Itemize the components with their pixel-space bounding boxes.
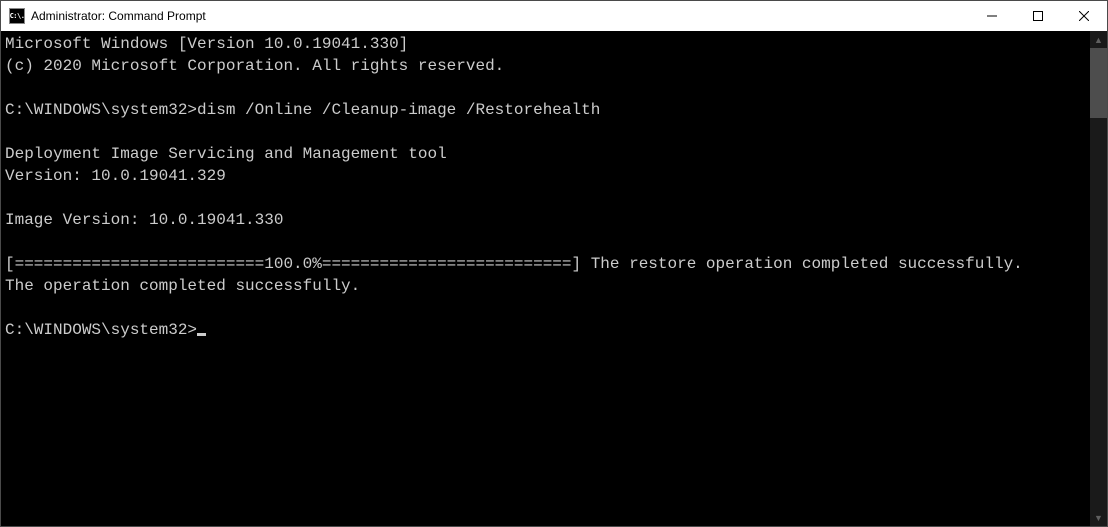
console-line: The operation completed successfully. xyxy=(5,277,360,295)
cursor-icon xyxy=(197,333,206,336)
scroll-thumb[interactable] xyxy=(1090,48,1107,118)
titlebar[interactable]: C:\. Administrator: Command Prompt xyxy=(1,1,1107,31)
console-area: Microsoft Windows [Version 10.0.19041.33… xyxy=(1,31,1107,526)
console-prompt: C:\WINDOWS\system32> xyxy=(5,101,197,119)
maximize-icon xyxy=(1033,11,1043,21)
vertical-scrollbar[interactable]: ▲ ▼ xyxy=(1090,31,1107,526)
close-button[interactable] xyxy=(1061,1,1107,31)
window-controls xyxy=(969,1,1107,31)
console-progress: [==========================100.0%=======… xyxy=(5,255,1023,273)
cmd-icon: C:\. xyxy=(9,8,25,24)
console-output[interactable]: Microsoft Windows [Version 10.0.19041.33… xyxy=(1,31,1090,526)
console-line: Deployment Image Servicing and Managemen… xyxy=(5,145,447,163)
console-line: Microsoft Windows [Version 10.0.19041.33… xyxy=(5,35,408,53)
console-line: Image Version: 10.0.19041.330 xyxy=(5,211,283,229)
minimize-button[interactable] xyxy=(969,1,1015,31)
scroll-down-arrow-icon[interactable]: ▼ xyxy=(1090,509,1107,526)
maximize-button[interactable] xyxy=(1015,1,1061,31)
minimize-icon xyxy=(987,11,997,21)
scroll-up-arrow-icon[interactable]: ▲ xyxy=(1090,31,1107,48)
console-line: (c) 2020 Microsoft Corporation. All righ… xyxy=(5,57,504,75)
console-command: dism /Online /Cleanup-image /Restoreheal… xyxy=(197,101,600,119)
command-prompt-window: C:\. Administrator: Command Prompt Micro… xyxy=(0,0,1108,527)
console-prompt: C:\WINDOWS\system32> xyxy=(5,321,197,339)
close-icon xyxy=(1079,11,1089,21)
window-title: Administrator: Command Prompt xyxy=(31,9,969,23)
console-line: Version: 10.0.19041.329 xyxy=(5,167,226,185)
